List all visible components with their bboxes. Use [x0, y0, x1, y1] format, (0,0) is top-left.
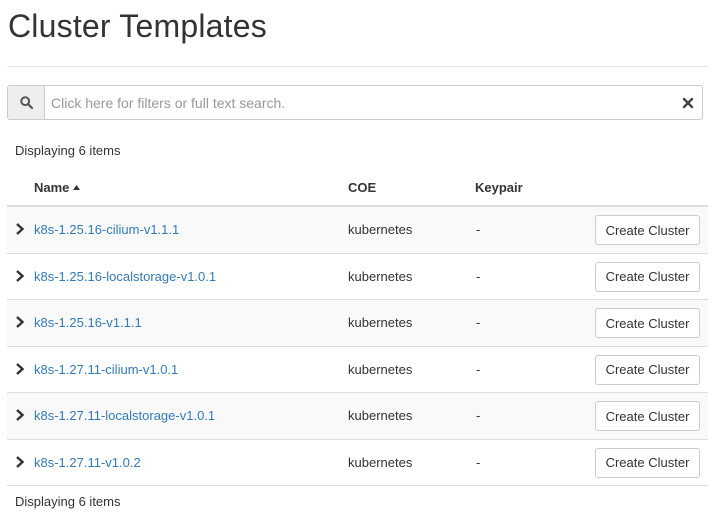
coe-value: kubernetes [348, 454, 413, 470]
column-header-name-label: Name [34, 180, 70, 195]
keypair-value: - [476, 315, 481, 330]
search-icon [19, 96, 33, 109]
sort-ascending-icon [73, 185, 81, 190]
coe-value: kubernetes [348, 315, 413, 330]
coe-value: kubernetes [348, 222, 413, 237]
template-name-link[interactable]: k8s-1.25.16-localstorage-v1.0.1 [34, 269, 216, 284]
create-cluster-button[interactable]: Create Cluster [595, 401, 700, 431]
column-header-keypair[interactable]: Keypair [475, 180, 523, 195]
chevron-right-icon[interactable] [14, 269, 26, 283]
create-cluster-button[interactable]: Create Cluster [595, 354, 700, 385]
table-body: k8s-1.25.16-cilium-v1.1.1 kubernetes - C… [7, 207, 708, 486]
title-divider [7, 66, 708, 67]
cluster-templates-table: Name COE Keypair k8s-1.25.16-cilium-v1.1… [7, 168, 708, 486]
keypair-value: - [476, 408, 481, 423]
item-count-top: Displaying 6 items [15, 143, 121, 158]
coe-value: kubernetes [348, 268, 413, 284]
column-header-name[interactable]: Name [34, 180, 81, 195]
template-name-link[interactable]: k8s-1.27.11-v1.0.2 [34, 455, 141, 470]
chevron-right-icon[interactable] [14, 455, 26, 469]
create-cluster-button[interactable]: Create Cluster [595, 447, 700, 478]
create-cluster-button[interactable]: Create Cluster [595, 308, 700, 338]
item-count-bottom: Displaying 6 items [15, 494, 121, 509]
table-row: k8s-1.27.11-cilium-v1.0.1 kubernetes - C… [7, 347, 708, 393]
coe-value: kubernetes [348, 408, 413, 423]
table-row: k8s-1.25.16-cilium-v1.1.1 kubernetes - C… [7, 207, 708, 254]
table-row: k8s-1.27.11-localstorage-v1.0.1 kubernet… [7, 393, 708, 440]
table-header: Name COE Keypair [7, 168, 708, 207]
chevron-right-icon[interactable] [14, 362, 26, 376]
template-name-link[interactable]: k8s-1.25.16-v1.1.1 [34, 315, 142, 330]
keypair-value: - [476, 222, 481, 237]
keypair-value: - [476, 361, 481, 377]
template-name-link[interactable]: k8s-1.27.11-localstorage-v1.0.1 [34, 408, 215, 423]
keypair-value: - [476, 268, 481, 284]
table-row: k8s-1.25.16-v1.1.1 kubernetes - Create C… [7, 300, 708, 347]
keypair-value: - [476, 454, 481, 470]
search-input[interactable] [45, 86, 702, 119]
column-header-coe[interactable]: COE [348, 180, 376, 195]
create-cluster-button[interactable]: Create Cluster [595, 215, 700, 245]
table-row: k8s-1.25.16-localstorage-v1.0.1 kubernet… [7, 254, 708, 300]
search-field [45, 85, 703, 120]
search-addon[interactable] [7, 85, 45, 120]
template-name-link[interactable]: k8s-1.27.11-cilium-v1.0.1 [34, 362, 178, 377]
search-bar [7, 85, 703, 120]
template-name-link[interactable]: k8s-1.25.16-cilium-v1.1.1 [34, 222, 179, 237]
chevron-right-icon[interactable] [14, 408, 26, 422]
page-title: Cluster Templates [8, 8, 267, 44]
chevron-right-icon[interactable] [14, 315, 26, 329]
coe-value: kubernetes [348, 361, 413, 377]
create-cluster-button[interactable]: Create Cluster [595, 261, 700, 292]
table-row: k8s-1.27.11-v1.0.2 kubernetes - Create C… [7, 440, 708, 486]
close-icon[interactable] [681, 96, 695, 110]
chevron-right-icon[interactable] [14, 222, 26, 236]
